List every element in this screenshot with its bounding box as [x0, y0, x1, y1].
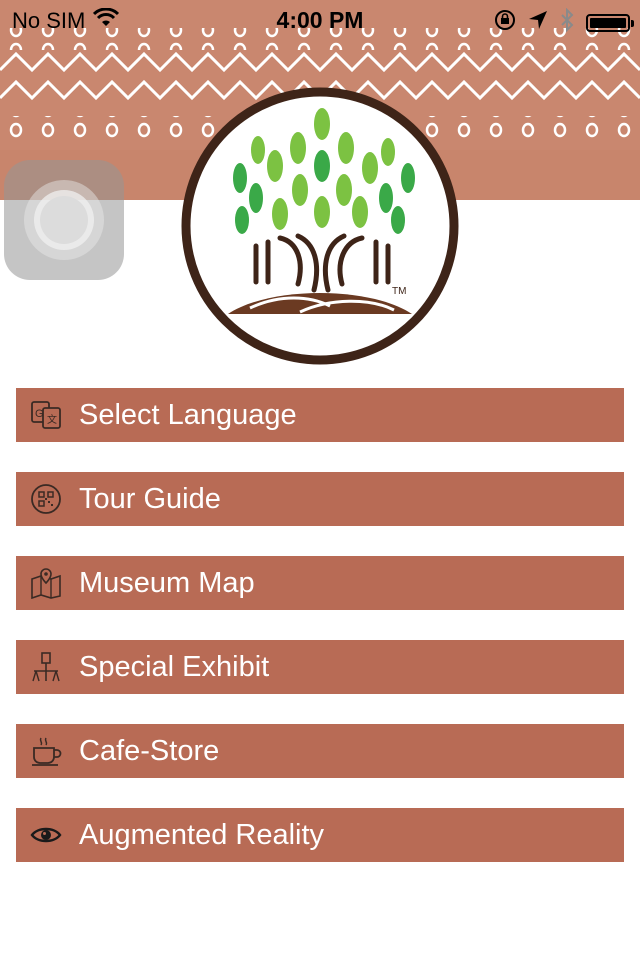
translate-icon: G 文 — [30, 399, 62, 431]
trademark-mark: TM — [392, 286, 406, 297]
menu-item-augmented-reality[interactable]: Augmented Reality — [16, 808, 624, 862]
menu-item-label: Augmented Reality — [79, 819, 325, 851]
orientation-lock-icon — [494, 9, 516, 37]
location-arrow-icon — [528, 10, 548, 36]
svg-text:G: G — [35, 408, 44, 420]
qr-code-icon — [30, 483, 62, 515]
menu-item-label: Cafe-Store — [79, 735, 220, 767]
status-bar: No SIM 4:00 PM — [0, 0, 640, 40]
menu-item-special-exhibit[interactable]: Special Exhibit — [16, 640, 624, 694]
eye-icon — [30, 819, 62, 851]
assistive-touch-button[interactable] — [4, 160, 124, 280]
exhibit-icon — [30, 651, 62, 683]
tree-logo-icon: TM — [181, 87, 459, 365]
menu-item-cafe-store[interactable]: Cafe-Store — [16, 724, 624, 778]
coffee-cup-icon — [30, 735, 62, 767]
battery-level — [590, 18, 626, 28]
battery-icon — [586, 14, 634, 32]
menu-item-museum-map[interactable]: Museum Map — [16, 556, 624, 610]
bluetooth-icon — [560, 7, 574, 38]
museum-logo: TM — [180, 86, 460, 366]
map-icon — [30, 567, 62, 600]
status-right — [494, 7, 634, 38]
menu-item-tour-guide[interactable]: Tour Guide — [16, 472, 624, 526]
menu-item-label: Tour Guide — [79, 483, 221, 515]
menu-item-label: Select Language — [79, 399, 297, 431]
assistive-touch-core — [40, 196, 88, 244]
menu-item-label: Special Exhibit — [79, 651, 270, 683]
menu-item-label: Museum Map — [79, 567, 255, 599]
menu-item-select-language[interactable]: G 文 Select Language — [16, 388, 624, 442]
svg-text:文: 文 — [47, 413, 57, 426]
